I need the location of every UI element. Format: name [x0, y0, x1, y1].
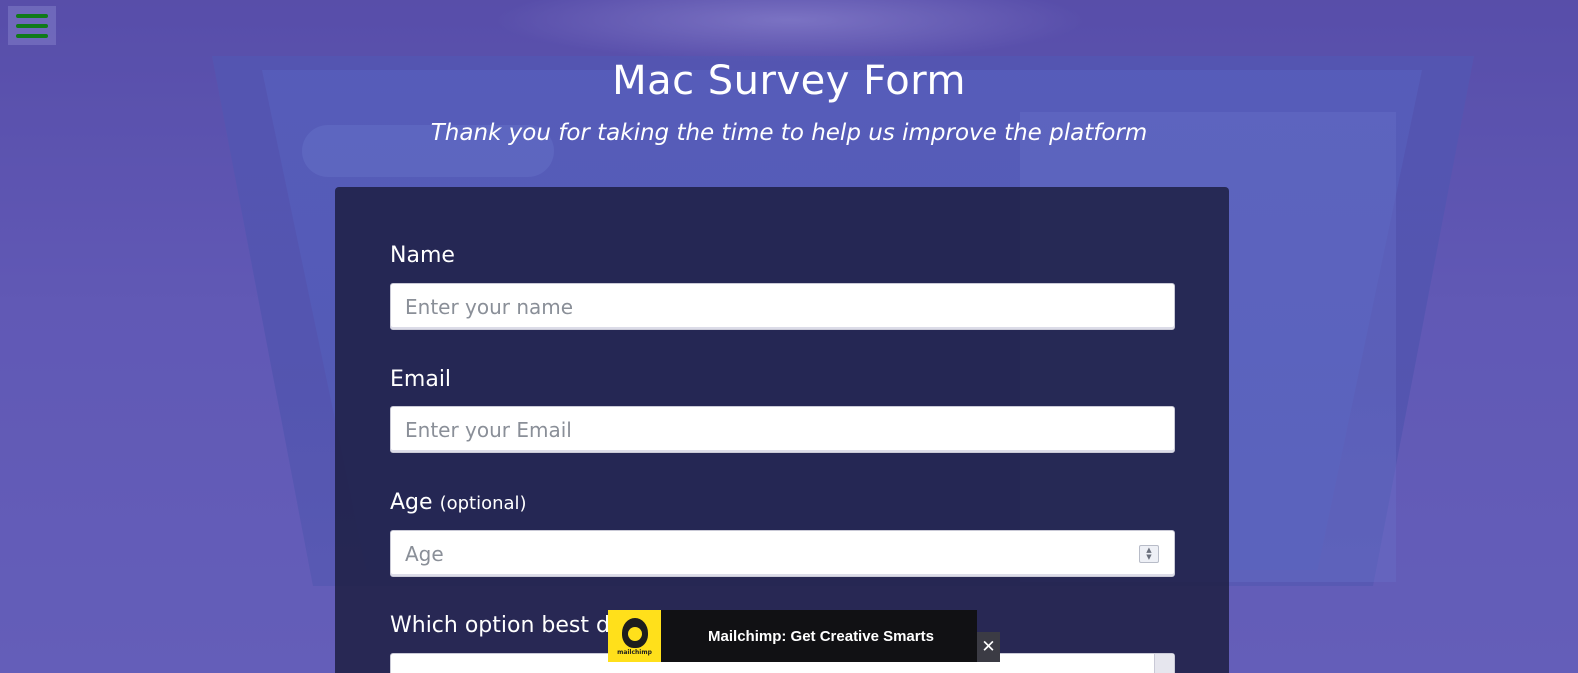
email-label: Email	[390, 367, 452, 392]
mailchimp-logo-word: mailchimp	[617, 649, 652, 656]
close-icon[interactable]: ✕	[977, 632, 1000, 662]
role-label: Which option best d	[390, 613, 610, 638]
mailchimp-logo-icon: mailchimp	[608, 610, 661, 662]
hamburger-menu-icon[interactable]	[8, 6, 56, 45]
email-input[interactable]	[390, 406, 1175, 453]
age-label: Age (optional)	[390, 490, 527, 515]
name-label: Name	[390, 243, 455, 268]
page-title: Mac Survey Form	[612, 58, 966, 104]
menu-bar	[16, 33, 48, 38]
select-scrollbar[interactable]	[1154, 654, 1174, 673]
age-label-text: Age	[390, 490, 433, 515]
age-optional-note: (optional)	[439, 493, 527, 514]
menu-bar	[16, 13, 48, 18]
age-input[interactable]	[390, 530, 1175, 577]
spinner-down-icon[interactable]: ▼	[1146, 554, 1151, 561]
freddie-mascot-icon	[621, 618, 648, 648]
mailchimp-ad-banner[interactable]: mailchimp Mailchimp: Get Creative Smarts	[608, 610, 977, 662]
name-input[interactable]	[390, 283, 1175, 330]
number-spinner-icon[interactable]: ▲ ▼	[1139, 545, 1159, 563]
ad-text[interactable]: Mailchimp: Get Creative Smarts	[661, 628, 977, 645]
menu-bar	[16, 23, 48, 28]
page-subtitle: Thank you for taking the time to help us…	[430, 120, 1148, 146]
